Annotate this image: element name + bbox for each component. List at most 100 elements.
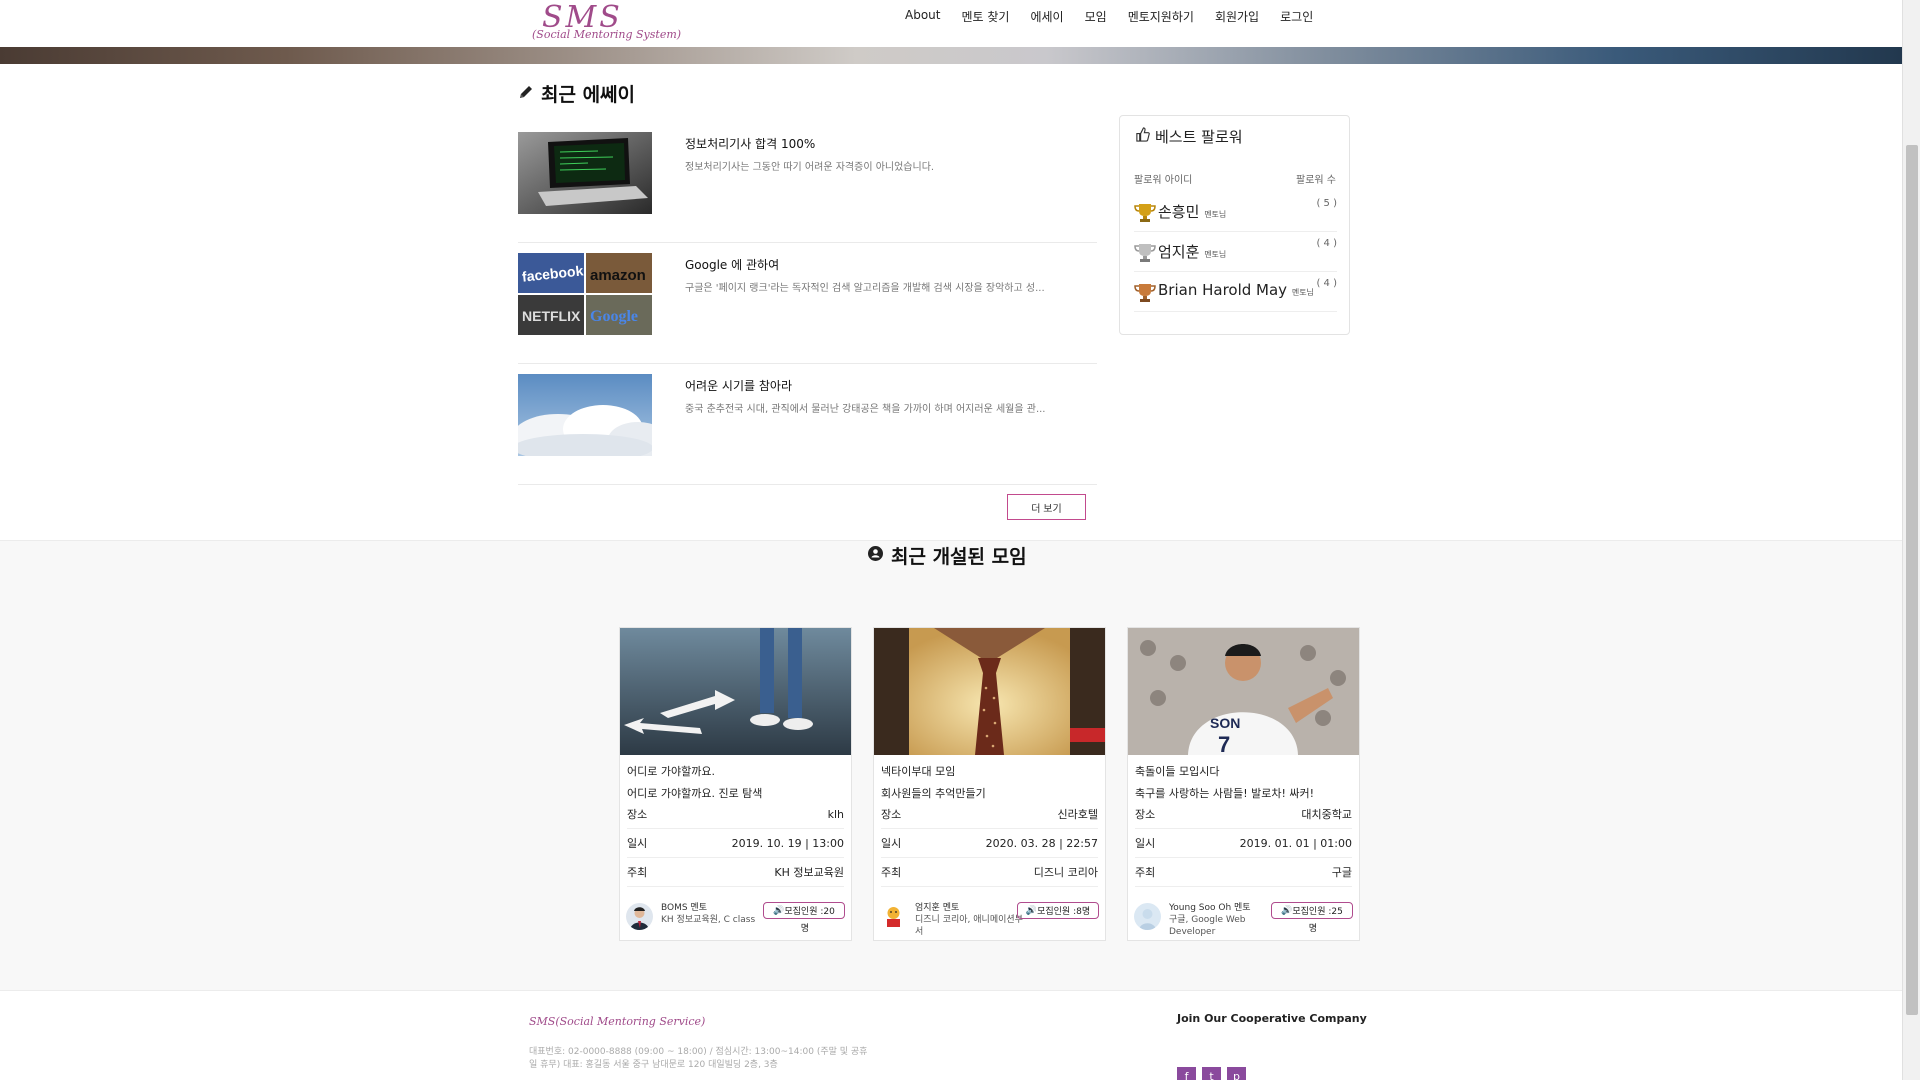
bronze-trophy-icon bbox=[1134, 283, 1156, 307]
soccer-player-image: SON 7 bbox=[1128, 628, 1359, 757]
mentor-name[interactable]: 엄지훈 멘토 bbox=[915, 902, 1030, 914]
nav-login[interactable]: 로그인 bbox=[1280, 8, 1313, 25]
mentor-tag: 멘토님 bbox=[1204, 250, 1227, 259]
nav-find-mentor[interactable]: 멘토 찾기 bbox=[961, 8, 1009, 25]
meeting-card[interactable]: 어디로 가야할까요. 어디로 가야할까요. 진로 탐색 장소 klh 일시 2019… bbox=[619, 627, 852, 941]
essay-title[interactable]: 어려운 시기를 참아라 bbox=[685, 377, 792, 394]
nav-about[interactable]: About bbox=[905, 8, 940, 25]
group-icon bbox=[867, 545, 884, 567]
tech-logos-thumbnail: facebook amazon NETFLIX Google bbox=[518, 253, 652, 335]
footer-join-heading: Join Our Cooperative Company bbox=[1177, 1012, 1367, 1025]
thumbs-up-icon bbox=[1135, 127, 1150, 146]
follower-row[interactable]: 손흥민 멘토님 ( 5 ) bbox=[1134, 192, 1337, 232]
svg-text:7: 7 bbox=[1218, 732, 1230, 755]
mentor-footer: Young Soo Oh 멘토 구글, Google Web Developer… bbox=[1132, 902, 1357, 938]
footer-brand: SMS(Social Mentoring Service) bbox=[529, 1015, 706, 1028]
nav-signup[interactable]: 회원가입 bbox=[1215, 8, 1259, 25]
recent-essays-heading: 최근 에쎄이 bbox=[518, 80, 635, 107]
nav-meeting[interactable]: 모임 bbox=[1085, 8, 1107, 25]
page-scrollbar[interactable] bbox=[1902, 0, 1920, 1080]
host-row: 주최 디즈니 코리아 bbox=[881, 858, 1098, 887]
recruit-badge: 🔊 모집인원 :20 bbox=[763, 902, 845, 919]
meeting-description: 회사원들의 추억만들기 bbox=[881, 787, 986, 800]
more-button[interactable]: 더 보기 bbox=[1007, 494, 1086, 520]
col-follower-count: 팔로워 수 bbox=[1296, 175, 1336, 186]
best-followers-heading: 베스트 팔로워 bbox=[1135, 126, 1243, 147]
place-value: 신라호텔 bbox=[1057, 808, 1098, 821]
essay-title[interactable]: Google 에 관하여 bbox=[685, 256, 779, 273]
place-value: 대치중학교 bbox=[1301, 808, 1352, 821]
follower-row[interactable]: Brian Harold May 멘토님 ( 4 ) bbox=[1134, 272, 1337, 312]
essay-excerpt: 정보처리기사는 그동안 따기 어려운 자격증이 아니었습니다. bbox=[685, 162, 935, 173]
best-followers-panel: 베스트 팔로워 팔로워 아이디 팔로워 수 손흥민 멘토님 ( 5 ) 엄지훈 … bbox=[1119, 115, 1350, 335]
pinterest-icon[interactable]: p bbox=[1227, 1067, 1246, 1080]
footer-company-info: 대표번호: 02-0000-8888 (09:00 ~ 18:00) / 점심시… bbox=[529, 1047, 868, 1070]
follower-count: ( 4 ) bbox=[1316, 238, 1337, 249]
essay-item[interactable]: facebook amazon NETFLIX Google Google 에 … bbox=[518, 243, 1097, 364]
follower-name: 손흥민 멘토님 bbox=[1158, 203, 1227, 221]
meeting-description: 축구를 사랑하는 사람들! 발로차! 싸커! bbox=[1135, 787, 1315, 800]
social-links: f t p bbox=[1177, 1067, 1246, 1080]
speaker-icon: 🔊 bbox=[1025, 905, 1038, 916]
mentor-info: Young Soo Oh 멘토 구글, Google Web Developer bbox=[1169, 902, 1284, 938]
host-value: 구글 bbox=[1331, 866, 1352, 879]
essay-item[interactable]: 정보처리기사 합격 100% 정보처리기사는 그동안 따기 어려운 자격증이 아… bbox=[518, 122, 1097, 243]
speaker-icon: 🔊 bbox=[773, 905, 785, 916]
place-row: 장소 klh bbox=[627, 800, 844, 829]
meeting-description: 어디로 가야할까요. 진로 탐색 bbox=[627, 787, 763, 800]
mentor-affiliation: 구글, Google Web Developer bbox=[1169, 915, 1246, 937]
hero-banner-edge bbox=[0, 47, 1902, 64]
svg-text:Google: Google bbox=[590, 308, 638, 325]
meeting-name: 넥타이부대 모임 bbox=[881, 765, 956, 778]
essay-excerpt: 구글은 '페이지 랭크'라는 독자적인 검색 알고리즘을 개발해 검색 시장을 … bbox=[685, 283, 1045, 294]
follower-count: ( 4 ) bbox=[1316, 278, 1337, 289]
follower-name: Brian Harold May 멘토님 bbox=[1158, 281, 1314, 299]
mentor-name[interactable]: Young Soo Oh 멘토 bbox=[1169, 902, 1284, 914]
essay-title[interactable]: 정보처리기사 합격 100% bbox=[685, 135, 815, 152]
twitter-icon[interactable]: t bbox=[1202, 1067, 1221, 1080]
svg-text:SON: SON bbox=[1210, 715, 1240, 731]
main-nav: About 멘토 찾기 에세이 모임 멘토지원하기 회원가입 로그인 bbox=[905, 8, 1313, 25]
mentor-tag: 멘토님 bbox=[1204, 210, 1227, 219]
necktie-image bbox=[874, 628, 1105, 755]
recent-meetings-heading: 최근 개설된 모임 bbox=[867, 542, 1027, 569]
mentor-info: 엄지훈 멘토 디즈니 코리아, 애니메이션부서 bbox=[915, 902, 1030, 938]
recruit-unit: 명 bbox=[1308, 924, 1317, 934]
scrollbar-thumb[interactable] bbox=[1906, 145, 1918, 1015]
essay-excerpt: 중국 춘추전국 시대, 관직에서 물러난 강태공은 책을 가까이 하며 어지러운… bbox=[685, 404, 1046, 415]
meeting-name: 축돌이들 모입시다 bbox=[1135, 765, 1220, 778]
date-value: 2019. 01. 01 | 01:00 bbox=[1239, 836, 1352, 850]
place-row: 장소 대치중학교 bbox=[1135, 800, 1352, 829]
avatar bbox=[626, 903, 653, 930]
svg-text:amazon: amazon bbox=[590, 267, 646, 284]
mentor-affiliation: 디즈니 코리아, 애니메이션부서 bbox=[915, 915, 1023, 937]
date-row: 일시 2020. 03. 28 | 22:57 bbox=[881, 829, 1098, 858]
section-title: 최근 개설된 모임 bbox=[891, 546, 1027, 568]
mentor-name[interactable]: BOMS 멘토 bbox=[661, 902, 776, 914]
place-value: klh bbox=[827, 807, 844, 821]
date-row: 일시 2019. 10. 19 | 13:00 bbox=[627, 829, 844, 858]
recruit-unit: 명 bbox=[800, 924, 809, 934]
follower-name: 엄지훈 멘토님 bbox=[1158, 243, 1227, 261]
nav-essay[interactable]: 에세이 bbox=[1030, 8, 1063, 25]
silver-trophy-icon bbox=[1134, 243, 1156, 267]
mentor-affiliation: KH 정보교육원, C class bbox=[661, 915, 756, 925]
top-navbar: SMS (Social Mentoring System) About 멘토 찾… bbox=[0, 0, 1902, 47]
host-value: KH 정보교육원 bbox=[774, 866, 844, 879]
host-row: 주최 KH 정보교육원 bbox=[627, 858, 844, 887]
follower-row[interactable]: 엄지훈 멘토님 ( 4 ) bbox=[1134, 232, 1337, 272]
column-headers: 팔로워 아이디 팔로워 수 bbox=[1134, 171, 1336, 186]
meeting-card[interactable]: SON 7 축돌이들 모입시다 축구를 사랑하는 사람들! 발로차! 싸커! 장… bbox=[1127, 627, 1360, 941]
crossroads-image bbox=[620, 628, 851, 755]
essay-item[interactable]: 어려운 시기를 참아라 중국 춘추전국 시대, 관직에서 물러난 강태공은 책을… bbox=[513, 364, 1097, 485]
meeting-name: 어디로 가야할까요. bbox=[627, 765, 715, 778]
nav-apply-mentor[interactable]: 멘토지원하기 bbox=[1128, 8, 1194, 25]
avatar bbox=[1134, 903, 1161, 930]
mentor-footer: BOMS 멘토 KH 정보교육원, C class 🔊 모집인원 :20 명 bbox=[624, 902, 849, 938]
laptop-thumbnail bbox=[518, 132, 652, 214]
mentor-footer: 엄지훈 멘토 디즈니 코리아, 애니메이션부서 🔊 모집인원 :8명 bbox=[878, 902, 1103, 938]
facebook-icon[interactable]: f bbox=[1177, 1067, 1196, 1080]
meeting-card[interactable]: 넥타이부대 모임 회사원들의 추억만들기 장소 신라호텔 일시 2020. 03. … bbox=[873, 627, 1106, 941]
gold-trophy-icon bbox=[1134, 203, 1156, 227]
clouds-thumbnail bbox=[513, 374, 668, 462]
